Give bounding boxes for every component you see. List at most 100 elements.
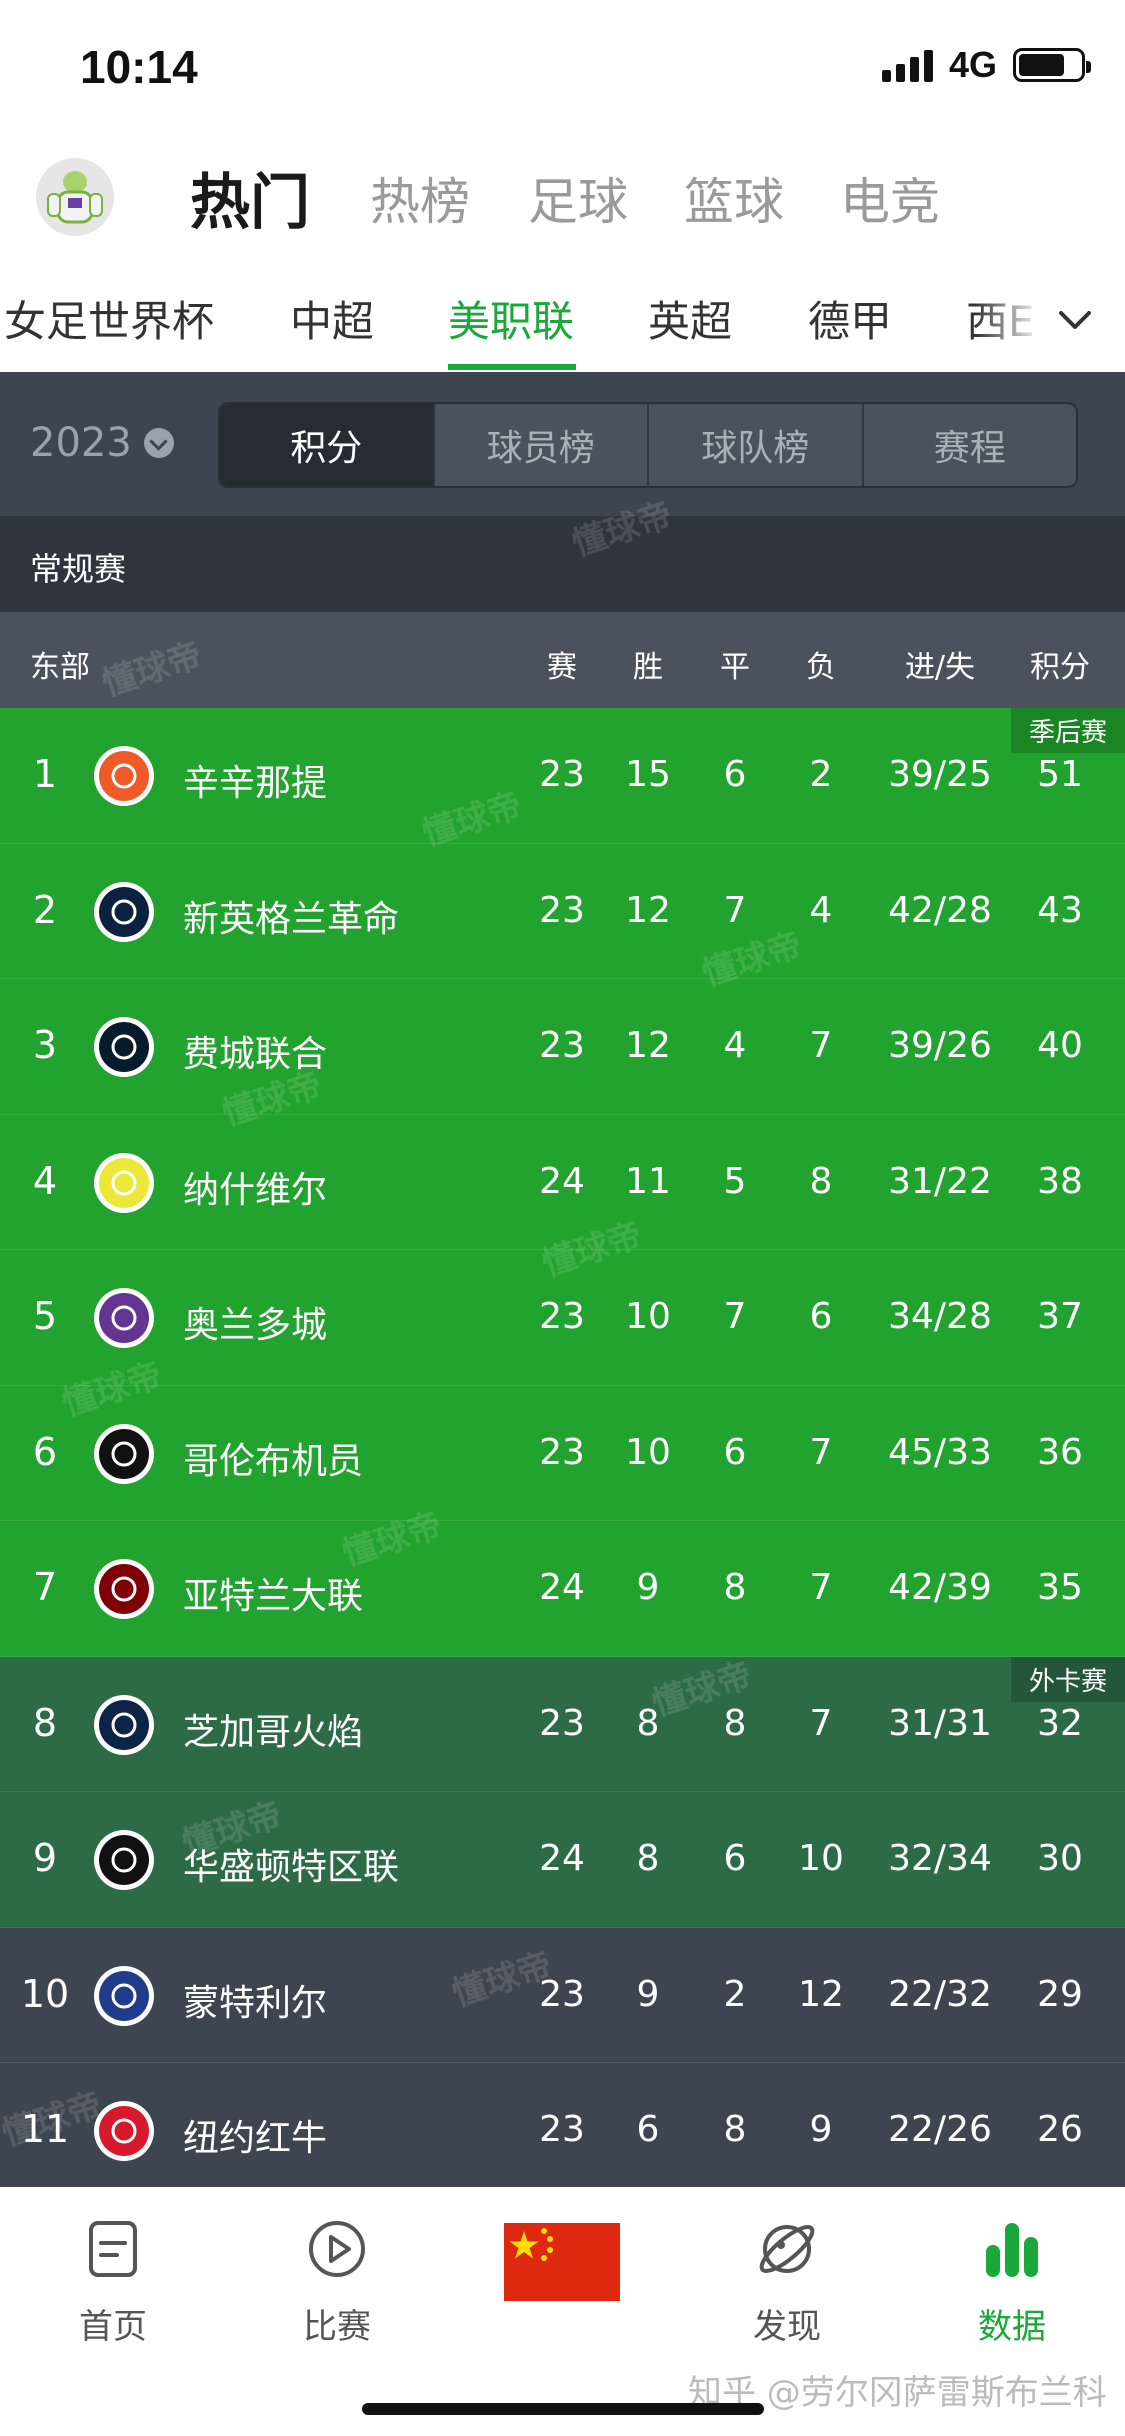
standings-panel: 2023 积分 球员榜 球队榜 赛程 常规赛 东部 赛 胜 平 负 进/失 积分… bbox=[0, 372, 1125, 2199]
home-indicator[interactable] bbox=[362, 2403, 764, 2415]
table-row[interactable]: 4 纳什维尔 24 11 5 8 31/22 38 bbox=[0, 1114, 1125, 1250]
document-icon bbox=[89, 2221, 137, 2277]
avatar[interactable] bbox=[36, 158, 114, 236]
segment-schedule[interactable]: 赛程 bbox=[861, 404, 1077, 486]
stat-lost: 7 bbox=[809, 1567, 833, 1608]
stat-won: 8 bbox=[636, 1702, 660, 1744]
table-row[interactable]: 9 华盛顿特区联 24 8 6 10 32/34 30 bbox=[0, 1792, 1125, 1928]
table-row[interactable]: 11 纽约红牛 23 6 8 9 22/26 26 bbox=[0, 2063, 1125, 2199]
nav-data-label: 数据 bbox=[978, 2307, 1046, 2347]
rank: 6 bbox=[32, 1429, 58, 1474]
tab-esports[interactable]: 电竞 bbox=[840, 162, 940, 234]
stat-lost: 10 bbox=[798, 1838, 844, 1879]
team-logo-icon bbox=[94, 1830, 154, 1890]
rank: 7 bbox=[32, 1565, 58, 1609]
stat-played: 24 bbox=[539, 1567, 585, 1608]
team-name: 华盛顿特区联 bbox=[183, 1847, 400, 1888]
segment-team-rank[interactable]: 球队榜 bbox=[647, 404, 862, 486]
segment-player-rank[interactable]: 球员榜 bbox=[432, 404, 648, 486]
stat-goals: 32/34 bbox=[888, 1838, 992, 1879]
stat-points: 26 bbox=[1037, 2109, 1083, 2150]
stat-points: 38 bbox=[1037, 1160, 1083, 1202]
section-header: 常规赛 bbox=[0, 516, 1125, 612]
stat-played: 23 bbox=[539, 1702, 585, 1744]
stat-won: 15 bbox=[625, 754, 671, 795]
planet-icon bbox=[759, 2225, 815, 2273]
rank: 5 bbox=[32, 1294, 58, 1338]
table-row[interactable]: 10 蒙特利尔 23 9 2 12 22/32 29 bbox=[0, 1927, 1125, 2063]
stat-drawn: 5 bbox=[723, 1160, 747, 1202]
team-name: 亚特兰大联 bbox=[183, 1576, 364, 1617]
segment-standings[interactable]: 积分 bbox=[220, 404, 433, 486]
stat-points: 37 bbox=[1037, 1296, 1083, 1337]
stat-drawn: 8 bbox=[723, 1567, 747, 1608]
table-row[interactable]: 7 亚特兰大联 24 9 8 7 42/39 35 bbox=[0, 1521, 1125, 1657]
stat-drawn: 6 bbox=[723, 1838, 747, 1879]
rank: 4 bbox=[32, 1158, 58, 1203]
filter-bar: 2023 积分 球员榜 球队榜 赛程 bbox=[0, 372, 1125, 516]
rank: 11 bbox=[20, 2107, 70, 2151]
table-row[interactable]: 8 芝加哥火焰 23 8 8 7 31/31 32 外卡赛 bbox=[0, 1656, 1125, 1792]
year-selector[interactable]: 2023 bbox=[30, 420, 174, 466]
stat-points: 30 bbox=[1037, 1838, 1083, 1879]
team-logo-icon bbox=[94, 1559, 154, 1619]
stat-goals: 39/26 bbox=[888, 1025, 992, 1066]
tab-football[interactable]: 足球 bbox=[528, 162, 628, 234]
chevron-down-icon[interactable] bbox=[1053, 298, 1097, 342]
tab-hot[interactable]: 热门 bbox=[190, 154, 310, 241]
col-won: 胜 bbox=[633, 650, 663, 685]
team-name: 奥兰多城 bbox=[183, 1305, 328, 1346]
active-tab-underline bbox=[448, 364, 576, 370]
team-logo-icon bbox=[94, 881, 154, 942]
segment-control: 积分 球员榜 球队榜 赛程 bbox=[218, 402, 1078, 488]
stat-won: 10 bbox=[625, 1296, 671, 1337]
status-bar: 10:14 4G bbox=[0, 0, 1125, 130]
nav-home[interactable]: 首页 bbox=[33, 2217, 193, 2348]
league-tab-mls[interactable]: 美职联 bbox=[448, 288, 574, 349]
tab-basketball[interactable]: 篮球 bbox=[684, 162, 784, 234]
rank: 3 bbox=[32, 1023, 58, 1067]
tabs-fade bbox=[975, 268, 1125, 372]
stat-lost: 2 bbox=[809, 754, 833, 795]
rank: 2 bbox=[32, 887, 58, 932]
stat-played: 24 bbox=[539, 1838, 585, 1879]
stat-played: 23 bbox=[539, 889, 585, 931]
team-logo-icon bbox=[94, 746, 154, 806]
table-row[interactable]: 5 奥兰多城 23 10 7 6 34/28 37 bbox=[0, 1250, 1125, 1386]
playoff-zone-badge: 季后赛 bbox=[1010, 708, 1125, 753]
tab-hot-list[interactable]: 热榜 bbox=[370, 162, 470, 234]
nav-discover[interactable]: 发现 bbox=[707, 2217, 867, 2348]
china-flag-icon[interactable] bbox=[504, 2223, 620, 2301]
stat-goals: 22/32 bbox=[888, 1973, 992, 2015]
stat-points: 36 bbox=[1037, 1431, 1083, 1473]
stat-points: 43 bbox=[1037, 889, 1083, 931]
nav-data[interactable]: 数据 bbox=[932, 2217, 1092, 2348]
stat-points: 40 bbox=[1037, 1025, 1083, 1066]
league-tab-epl[interactable]: 英超 bbox=[648, 288, 732, 349]
league-tab-womens-world-cup[interactable]: 女足世界杯 bbox=[4, 288, 214, 349]
team-logo-icon bbox=[94, 1423, 154, 1484]
league-tab-csl[interactable]: 中超 bbox=[290, 288, 374, 349]
stat-lost: 7 bbox=[809, 1702, 833, 1744]
table-row[interactable]: 2 新英格兰革命 23 12 7 4 42/28 43 bbox=[0, 843, 1125, 979]
league-tab-bundesliga[interactable]: 德甲 bbox=[808, 288, 892, 349]
nav-matches-label: 比赛 bbox=[303, 2307, 371, 2347]
stat-lost: 7 bbox=[809, 1431, 833, 1473]
stat-drawn: 2 bbox=[723, 1973, 747, 2015]
stat-drawn: 8 bbox=[723, 1702, 747, 1744]
team-name: 芝加哥火焰 bbox=[183, 1711, 364, 1753]
table-row[interactable]: 3 费城联合 23 12 4 7 39/26 40 bbox=[0, 979, 1125, 1115]
stat-played: 23 bbox=[539, 1431, 585, 1473]
section-title: 常规赛 bbox=[30, 550, 127, 588]
battery-icon bbox=[1013, 48, 1091, 82]
table-row[interactable]: 6 哥伦布机员 23 10 6 7 45/33 36 bbox=[0, 1385, 1125, 1521]
stat-goals: 42/28 bbox=[888, 889, 992, 931]
stat-won: 10 bbox=[625, 1431, 671, 1473]
stat-points: 32 bbox=[1037, 1702, 1083, 1744]
table-row[interactable]: 1 辛辛那提 23 15 6 2 39/25 51 季后赛 bbox=[0, 708, 1125, 844]
league-tabs: 女足世界杯 中超 美职联 英超 德甲 西E bbox=[0, 268, 1125, 372]
table-header: 东部 赛 胜 平 负 进/失 积分 bbox=[0, 612, 1125, 708]
col-points: 积分 bbox=[1030, 650, 1090, 685]
team-name: 哥伦布机员 bbox=[183, 1440, 364, 1482]
nav-matches[interactable]: 比赛 bbox=[257, 2217, 417, 2348]
